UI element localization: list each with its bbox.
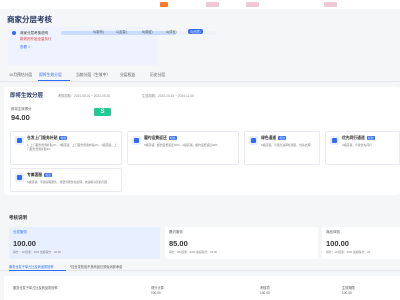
benefit-tag: 权益	[44, 173, 53, 177]
subtab-ratio[interactable]: 服务仓发子单占比及商品质检率	[9, 264, 54, 269]
score-label: 即将生效得分	[11, 107, 32, 111]
metric-name: 仓发服务	[13, 230, 27, 234]
benefit-title: 仓发上门服务补贴	[27, 136, 58, 140]
benefit-desc: 1. 上门服务费用补贴1%，3级店铺；上门服务费用补贴2%，4级店铺；上门服务费…	[27, 143, 117, 152]
assessment-period: 考核周期：2024-05-01 ~ 2024-05-30	[58, 94, 111, 98]
notice-view-link[interactable]: 查看 >	[20, 45, 30, 50]
subtab-note[interactable]: *控仓发检验不良商品已暂免消费承诺	[70, 264, 122, 269]
rule-cell: 生效期限	[342, 286, 355, 290]
rule-value: 100.00	[342, 291, 352, 295]
top-bar	[0, 0, 400, 9]
rule-table: 服务仓发子单占比及商品质检率 得分计算 100.00 考核项 100.00 生效…	[4, 276, 400, 300]
tab-history-grade[interactable]: 历史分层	[150, 73, 165, 78]
support-icon	[15, 173, 24, 182]
metric-name: 履约服务	[169, 230, 183, 234]
metric-value: 100.00	[13, 239, 36, 248]
metric-detail: 得分：85 权重：40% 加权得分：34.00	[169, 250, 218, 254]
active-tab-indicator	[38, 80, 70, 81]
redacted-block	[324, 2, 337, 7]
effective-period: 生效周期：2024-10-15 ~ 2024-11-05	[142, 94, 194, 98]
subsidy-icon	[15, 136, 24, 145]
metric-detail: 得分：10 权重：20% 加权得分：20	[326, 250, 371, 254]
grade-title: 即将生效分层	[10, 93, 44, 99]
info-icon	[12, 31, 16, 35]
metric-card-warehouse[interactable]: 仓发服务 100.00 得分：10 权重：40% 加权得分：40.00	[9, 227, 160, 259]
benefit-card-dedicated-support[interactable]: 专属客服 权益 S级店铺，专属客服服务，重要问题优先处理，快速解决您的问题	[10, 168, 122, 192]
metric-value: 100.00	[326, 239, 349, 248]
priority-icon	[330, 136, 339, 145]
redacted-block	[246, 2, 259, 7]
benefit-title: 绿色通道	[261, 136, 277, 140]
grade-score: 94.00	[11, 113, 30, 122]
rule-cell: 得分计算	[151, 286, 164, 290]
rule-value: 100.00	[151, 291, 161, 295]
tab-upcoming-grade[interactable]: 即将生效分层	[39, 73, 62, 78]
benefit-tag: 权益	[366, 136, 375, 140]
benefit-title: 专属客服	[27, 173, 43, 177]
benefit-desc: S级店铺，履约运费返还30%；A级店铺，履约运费返还20%	[144, 143, 218, 147]
benefit-tag: 权益	[168, 136, 177, 140]
active-subtab-indicator	[9, 270, 66, 271]
notice-warning: 新规则开始全量执行	[20, 37, 52, 41]
level-n: N(新商)	[93, 30, 104, 34]
level-b: B(稳健)	[142, 30, 153, 34]
benefit-desc: S级店铺，专属客服服务，重要问题优先处理，快速解决您的问题	[27, 180, 108, 184]
benefit-desc: S级店铺，享受急速审核通道，优先处理	[261, 143, 311, 147]
benefit-card-priority-channel[interactable]: 优先同行通道 权益 S级店铺，享受优先同行	[325, 131, 400, 165]
metric-card-product[interactable]: 商品体验 100.00 得分：10 权重：20% 加权得分：20	[322, 227, 400, 259]
metric-detail: 得分：10 权重：40% 加权得分：40.00	[13, 250, 62, 254]
tab-grade-benefits[interactable]: 分层权益	[120, 73, 135, 78]
level-s-current: S(优质)	[188, 29, 203, 34]
redacted-block	[160, 2, 168, 7]
benefit-desc: S级店铺，享受优先同行	[342, 143, 372, 147]
metric-card-fulfillment[interactable]: 履约服务 85.00 得分：85 权重：40% 加权得分：34.00	[165, 227, 318, 259]
channel-icon	[249, 136, 258, 145]
tab-current-grade[interactable]: 当前分层（生效中）	[76, 73, 110, 78]
benefit-title: 优先同行通道	[342, 136, 365, 140]
rule-cell: 考核项	[260, 286, 270, 290]
metric-value: 85.00	[169, 239, 188, 248]
benefit-card-green-channel[interactable]: 绿色通道 权益 S级店铺，享受急速审核通道，优先处理	[244, 131, 320, 165]
benefit-title: 履约运费返还	[144, 136, 167, 140]
notice-title: 商家分层考核说明	[20, 31, 48, 35]
level-a: A(成长)	[166, 30, 177, 34]
tab-estimated-grade[interactable]: 10月预估分层	[9, 73, 32, 78]
benefit-card-warehouse-subsidy[interactable]: 仓发上门服务补贴 权益 1. 上门服务费用补贴1%，3级店铺；上门服务费用补贴2%…	[10, 131, 122, 165]
refund-icon	[132, 136, 141, 145]
page-title: 商家分层考核	[7, 15, 52, 24]
grade-badge: S	[94, 108, 111, 116]
redacted-block	[206, 2, 219, 7]
benefit-tag: 权益	[59, 136, 68, 140]
benefit-card-freight-refund[interactable]: 履约运费返还 权益 S级店铺，履约运费返还30%；A级店铺，履约运费返还20%	[127, 131, 239, 165]
rule-cell: 服务仓发子单占比及商品质检率	[13, 286, 58, 290]
benefit-tag: 权益	[278, 136, 287, 140]
app-root: { "page_title": "商家分层考核", "notice": { "l…	[0, 0, 400, 300]
metric-name: 商品体验	[326, 230, 340, 234]
rule-value: 100.00	[260, 291, 270, 295]
assessment-title: 考核说明	[9, 215, 27, 220]
level-c: C(起量)	[116, 30, 127, 34]
